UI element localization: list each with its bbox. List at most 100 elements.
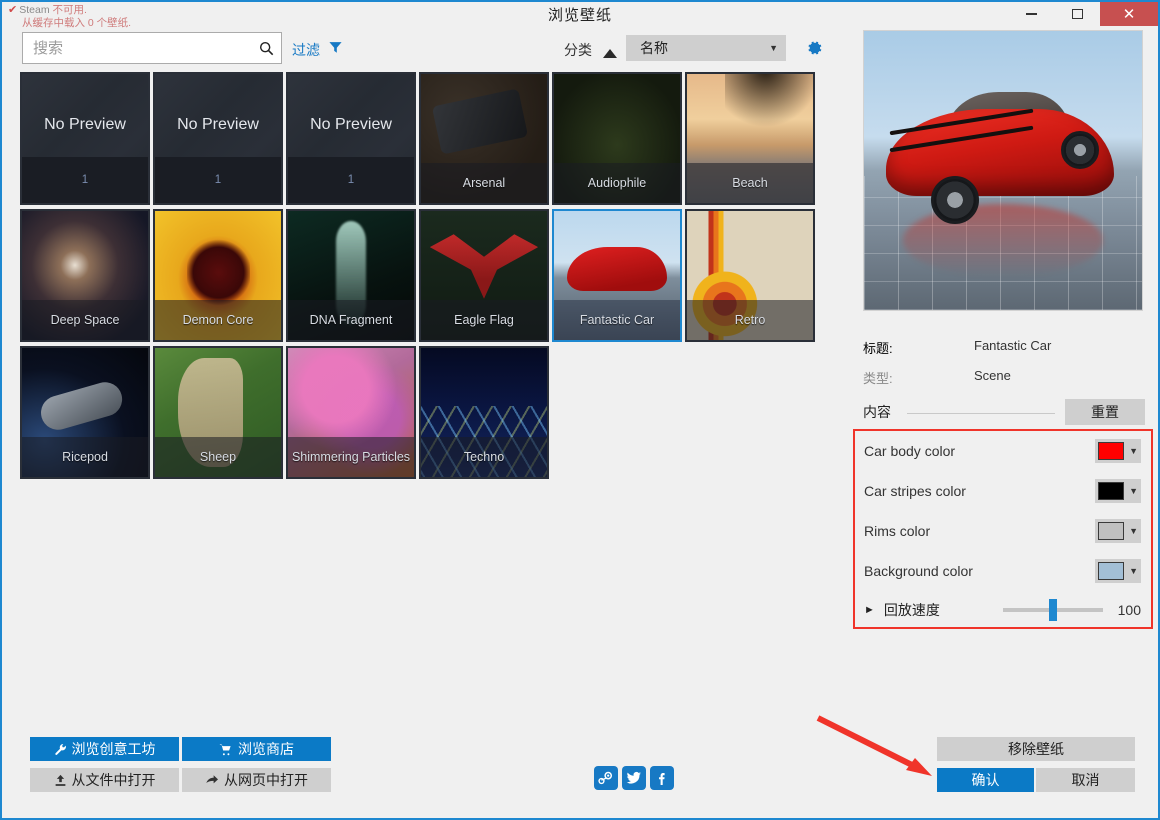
wallpaper-tile[interactable]: No Preview1 [286, 72, 416, 205]
content-section-header: 内容 重置 [863, 402, 1145, 426]
wallpaper-tile[interactable]: Techno [419, 346, 549, 479]
tile-title: Fantastic Car [554, 300, 680, 340]
confirm-button[interactable]: 确认 [937, 768, 1034, 792]
tile-title: Demon Core [155, 300, 281, 340]
wallpaper-preview-image [863, 30, 1143, 311]
color-swatch [1098, 482, 1124, 500]
search-icon[interactable] [251, 41, 281, 56]
maximize-button[interactable] [1054, 2, 1100, 26]
expand-triangle-icon[interactable]: ► [864, 604, 875, 616]
type-meta-key: 类型: [863, 368, 893, 387]
tile-title: DNA Fragment [288, 300, 414, 340]
wallpaper-tile[interactable]: Fantastic Car [552, 209, 682, 342]
playback-speed-row: ►回放速度100 [855, 591, 1151, 629]
content-properties-panel: Car body color▼Car stripes color▼Rims co… [853, 429, 1153, 629]
tile-title: Eagle Flag [421, 300, 547, 340]
sort-field-value: 名称 [640, 38, 668, 58]
filter-label[interactable]: 过滤 [292, 40, 320, 60]
browse-workshop-button[interactable]: 浏览创意工坊 [30, 737, 179, 761]
open-from-file-button[interactable]: 从文件中打开 [30, 768, 179, 792]
slider-handle[interactable] [1049, 599, 1057, 621]
color-swatch [1098, 562, 1124, 580]
color-property-row: Car body color▼ [855, 431, 1151, 471]
color-picker-button[interactable]: ▼ [1095, 519, 1141, 543]
title-bar: 浏览壁纸 ✕ [2, 2, 1158, 26]
browse-store-button[interactable]: 浏览商店 [182, 737, 331, 761]
tile-title: Audiophile [554, 163, 680, 203]
playback-speed-slider[interactable] [1003, 608, 1103, 612]
open-from-web-label: 从网页中打开 [224, 770, 308, 790]
window-title: 浏览壁纸 [2, 4, 1158, 25]
color-picker-button[interactable]: ▼ [1095, 479, 1141, 503]
color-property-row: Background color ▼ [855, 551, 1151, 591]
facebook-icon[interactable] [650, 766, 674, 790]
color-property-row: Car stripes color▼ [855, 471, 1151, 511]
browse-wallpapers-window: 浏览壁纸 ✕ ✔Steam 不可用. 从缓存中载入 0 个壁纸. 过滤 分类 名… [0, 0, 1160, 820]
browse-store-label: 浏览商店 [238, 739, 294, 759]
wallpaper-tile[interactable]: Shimmering Particles [286, 346, 416, 479]
property-label: Background color [864, 563, 1095, 579]
wallpaper-tile[interactable]: Eagle Flag [419, 209, 549, 342]
wallpaper-tile[interactable]: Deep Space [20, 209, 150, 342]
tile-no-preview-label: No Preview [22, 116, 148, 134]
chevron-down-icon: ▼ [1129, 526, 1138, 536]
filter-icon[interactable] [328, 40, 343, 60]
window-controls: ✕ [1008, 2, 1158, 26]
sort-field-select[interactable]: 名称 ▼ [626, 35, 786, 61]
open-from-file-label: 从文件中打开 [72, 770, 156, 790]
property-label: Rims color [864, 523, 1095, 539]
wallpaper-tile[interactable]: Audiophile [552, 72, 682, 205]
maximize-icon [1072, 9, 1083, 19]
tile-no-preview-label: No Preview [288, 116, 414, 134]
chevron-down-icon: ▼ [769, 43, 778, 53]
color-swatch [1098, 522, 1124, 540]
upload-icon [54, 774, 67, 787]
search-box[interactable] [22, 32, 282, 64]
steam-icon[interactable] [594, 766, 618, 790]
wallpaper-tile[interactable]: Retro [685, 209, 815, 342]
steam-status: ✔Steam 不可用. 从缓存中载入 0 个壁纸. [8, 4, 131, 30]
chevron-down-icon: ▼ [1129, 486, 1138, 496]
cancel-button[interactable]: 取消 [1036, 768, 1135, 792]
wallpaper-tile[interactable]: Demon Core [153, 209, 283, 342]
sort-direction-ascending-icon[interactable] [603, 45, 617, 63]
steam-status-suffix: 不可用. [53, 4, 87, 16]
close-button[interactable]: ✕ [1100, 2, 1158, 26]
tile-title: Sheep [155, 437, 281, 477]
tile-title: Techno [421, 437, 547, 477]
wallpaper-grid: No Preview1No Preview1No Preview1Arsenal… [20, 72, 835, 483]
wallpaper-tile[interactable]: Beach [685, 72, 815, 205]
wrench-icon [54, 743, 67, 756]
color-swatch [1098, 442, 1124, 460]
search-input[interactable] [23, 33, 251, 63]
gear-icon[interactable] [804, 38, 824, 63]
wallpaper-tile[interactable]: Arsenal [419, 72, 549, 205]
color-picker-button[interactable]: ▼ [1095, 559, 1141, 583]
preview-reflection [903, 204, 1103, 277]
color-picker-button[interactable]: ▼ [1095, 439, 1141, 463]
wallpaper-tile[interactable]: No Preview1 [153, 72, 283, 205]
color-property-row: Rims color ▼ [855, 511, 1151, 551]
check-icon: ✔ [8, 4, 17, 16]
tile-title: Deep Space [22, 300, 148, 340]
arrow-right-icon [205, 774, 219, 787]
tile-title: Shimmering Particles [288, 437, 414, 477]
wallpaper-tile[interactable]: No Preview 1 [20, 72, 150, 205]
remove-wallpaper-button[interactable]: 移除壁纸 [937, 737, 1135, 761]
open-from-web-button[interactable]: 从网页中打开 [182, 768, 331, 792]
minimize-button[interactable] [1008, 2, 1054, 26]
wallpaper-tile[interactable]: Ricepod [20, 346, 150, 479]
cache-status-line: 从缓存中载入 0 个壁纸. [22, 17, 131, 30]
tile-count: 1 [22, 157, 148, 203]
social-links [594, 766, 674, 790]
tile-no-preview-label: No Preview [155, 116, 281, 134]
content-section-title: 内容 [863, 404, 891, 420]
playback-speed-label: 回放速度 [884, 600, 940, 620]
wallpaper-tile[interactable]: Sheep [153, 346, 283, 479]
chevron-down-icon: ▼ [1129, 446, 1138, 456]
tile-title: Ricepod [22, 437, 148, 477]
twitter-icon[interactable] [622, 766, 646, 790]
reset-button[interactable]: 重置 [1065, 399, 1145, 425]
chevron-down-icon: ▼ [1129, 566, 1138, 576]
wallpaper-tile[interactable]: DNA Fragment [286, 209, 416, 342]
